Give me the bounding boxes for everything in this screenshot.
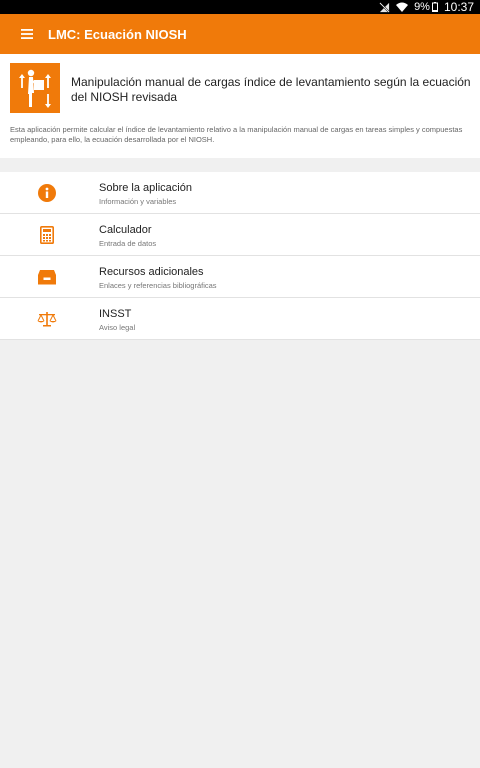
app-bar: LMC: Ecuación NIOSH	[0, 14, 480, 54]
menu-item-title: Recursos adicionales	[99, 266, 204, 278]
menu-item-insst[interactable]: INSST Aviso legal	[0, 298, 480, 340]
menu-item-sobre-la-aplicacion[interactable]: Sobre la aplicación Información y variab…	[0, 172, 480, 214]
menu-item-title: Calculador	[99, 224, 152, 236]
info-icon	[37, 183, 57, 203]
calculator-icon	[37, 225, 57, 245]
archive-box-icon	[37, 267, 57, 287]
menu-item-subtitle: Aviso legal	[99, 323, 136, 332]
menu-item-title: Sobre la aplicación	[99, 182, 192, 194]
menu-item-title: INSST	[99, 308, 132, 320]
wifi-icon	[396, 2, 409, 12]
menu-item-recursos-adicionales[interactable]: Recursos adicionales Enlaces y referenci…	[0, 256, 480, 298]
app-title: LMC: Ecuación NIOSH	[48, 26, 187, 42]
lifting-worker-icon	[10, 63, 60, 113]
hamburger-menu-icon[interactable]	[17, 24, 37, 44]
menu-item-subtitle: Entrada de datos	[99, 239, 157, 248]
header-description: Esta aplicación permite calcular el índi…	[10, 125, 463, 144]
signal-off-icon	[379, 1, 390, 13]
menu-list: Sobre la aplicación Información y variab…	[0, 172, 480, 340]
scales-icon	[37, 309, 57, 329]
header-title: Manipulación manual de cargas índice de …	[71, 75, 471, 104]
menu-item-subtitle: Enlaces y referencias bibliográficas	[99, 281, 217, 290]
menu-item-subtitle: Información y variables	[99, 197, 177, 206]
status-time: 10:37	[443, 0, 474, 14]
status-bar: 9% 10:37	[0, 0, 480, 14]
battery-icon	[431, 2, 438, 12]
menu-item-calculador[interactable]: Calculador Entrada de datos	[0, 214, 480, 256]
battery-percent: 9%	[414, 1, 430, 13]
